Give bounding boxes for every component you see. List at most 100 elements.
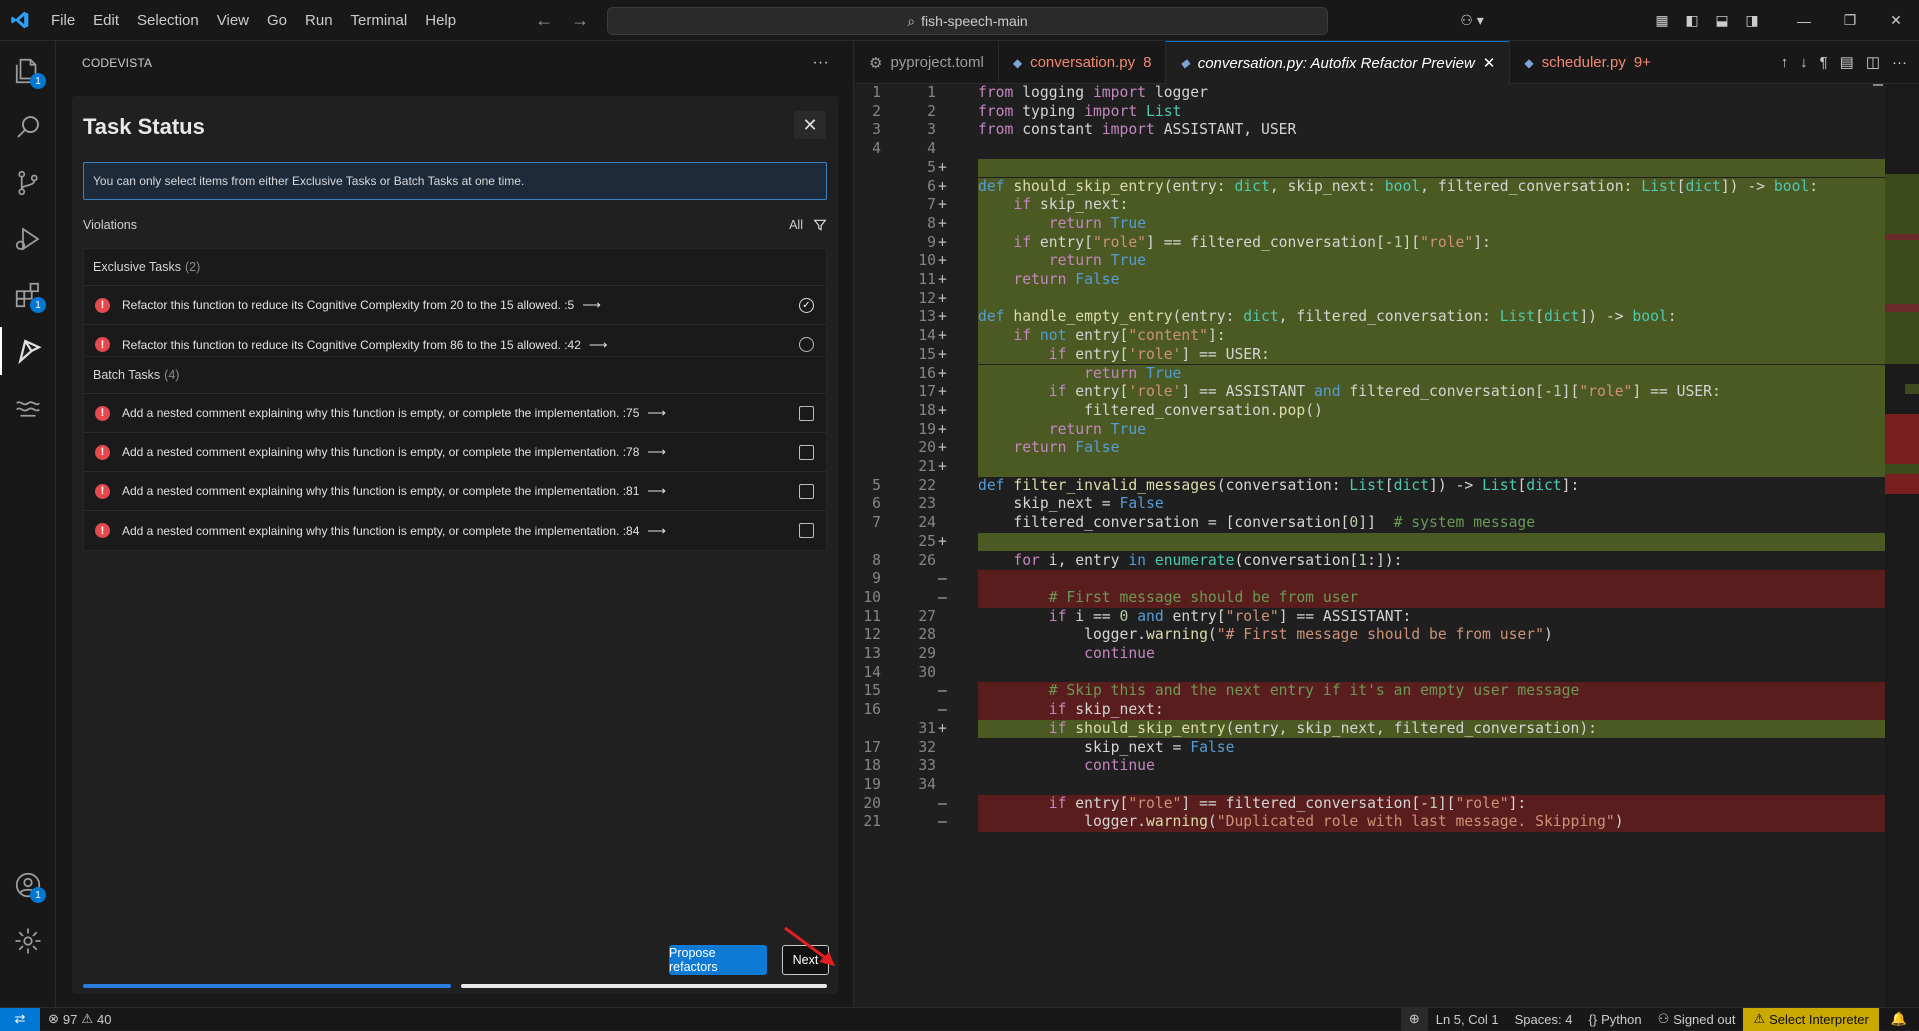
diff-marker: + (938, 532, 947, 550)
notifications-bell-icon[interactable]: 🔔 (1879, 1011, 1919, 1027)
filter-value[interactable]: All (789, 218, 803, 232)
menu-selection[interactable]: Selection (128, 0, 208, 41)
menu-go[interactable]: Go (258, 0, 296, 41)
filter-icon[interactable] (813, 218, 827, 232)
menu-run[interactable]: Run (296, 0, 342, 41)
menu-edit[interactable]: Edit (84, 0, 128, 41)
code-text: from logging import logger (978, 84, 1208, 101)
radio-unselected[interactable] (799, 337, 814, 352)
restore-window-icon[interactable]: ❐ (1827, 12, 1873, 29)
go-to-arrow-icon[interactable]: ⟶ (582, 297, 601, 313)
language-mode[interactable]: {} Python (1580, 1012, 1649, 1027)
search-view-icon[interactable] (0, 103, 56, 151)
task-checkbox[interactable] (799, 484, 814, 499)
source-control-icon[interactable] (0, 159, 56, 207)
error-icon: ! (95, 523, 110, 538)
cursor-position[interactable]: Ln 5, Col 1 (1428, 1012, 1507, 1027)
tab-scheduler[interactable]: ◆ scheduler.py 9+ (1510, 41, 1665, 84)
modified-line-number: 31 (918, 719, 936, 737)
modified-line-number: 14 (918, 327, 936, 345)
diff-marker: + (938, 196, 947, 214)
original-line-number: 17 (863, 738, 881, 756)
settings-gear-icon[interactable] (0, 917, 56, 965)
toggle-sidebar-icon[interactable]: ◧ (1677, 12, 1707, 29)
minimap[interactable] (1885, 84, 1919, 1007)
modified-line-number: 24 (918, 514, 936, 532)
more-actions-icon[interactable]: ··· (812, 54, 829, 72)
batch-task-item[interactable]: ! Add a nested comment explaining why th… (84, 511, 826, 550)
extensions-icon[interactable]: 1 (0, 271, 56, 319)
go-to-arrow-icon[interactable]: ⟶ (589, 337, 608, 353)
close-icon[interactable]: ✕ (794, 111, 826, 139)
select-interpreter-button[interactable]: ⚠ Select Interpreter (1743, 1007, 1879, 1031)
code-text: if skip_next: (1048, 701, 1164, 719)
task-checkbox[interactable] (799, 523, 814, 538)
batch-task-item[interactable]: ! Add a nested comment explaining why th… (84, 472, 826, 511)
go-to-arrow-icon[interactable]: ⟶ (647, 483, 666, 499)
previous-change-icon[interactable]: ↑ (1781, 54, 1789, 71)
code-line: 5 22 def filter_invalid_messages(conversat… (855, 477, 1885, 496)
toggle-secondary-sidebar-icon[interactable]: ◨ (1737, 12, 1767, 29)
run-debug-icon[interactable] (0, 215, 56, 263)
toggle-panel-icon[interactable]: ⬓ (1707, 12, 1737, 29)
error-icon: ! (95, 483, 110, 499)
task-text: Refactor this function to reduce its Cog… (122, 337, 581, 352)
propose-refactors-button[interactable]: Propose refactors (669, 945, 767, 975)
back-arrow-icon[interactable]: ← (535, 10, 553, 31)
diff-marker: + (938, 289, 947, 307)
code-line: 19 34 (855, 776, 1885, 795)
menu-terminal[interactable]: Terminal (342, 0, 417, 41)
whitespace-toggle-icon[interactable]: ¶ (1820, 54, 1828, 71)
batch-task-item[interactable]: ! Add a nested comment explaining why th… (84, 394, 826, 433)
close-window-icon[interactable]: ✕ (1873, 12, 1919, 29)
task-checkbox[interactable] (799, 406, 814, 421)
settings-file-icon: ⚙ (869, 54, 883, 72)
radio-selected[interactable]: ✓ (799, 298, 814, 313)
minimize-window-icon[interactable]: — (1781, 13, 1827, 29)
code-line: 6 23 skip_next = False (855, 495, 1885, 514)
go-to-arrow-icon[interactable]: ⟶ (647, 523, 666, 539)
accounts-icon[interactable]: 1 (0, 861, 56, 909)
task-checkbox[interactable] (799, 445, 814, 460)
batch-task-item[interactable]: ! Add a nested comment explaining why th… (84, 433, 826, 472)
tab-refactor-preview[interactable]: ◆ conversation.py: Autofix Refactor Prev… (1166, 41, 1511, 84)
original-line-number: 9 (872, 570, 881, 588)
remote-indicator-icon[interactable]: ⇄ (0, 1007, 40, 1031)
tab-conversation[interactable]: ◆ conversation.py 8 (999, 41, 1167, 84)
tab-pyproject[interactable]: ⚙ pyproject.toml (855, 41, 999, 84)
diff-editor[interactable]: 1 1 from logging import logger 2 2 from typin… (855, 84, 1919, 1007)
menu-help[interactable]: Help (416, 0, 465, 41)
command-center-search[interactable]: ⌕ fish-speech-main (607, 7, 1328, 35)
problems-indicator[interactable]: ⊗ 97 ⚠ 40 (40, 1011, 120, 1027)
modified-line-number: 2 (927, 102, 936, 120)
code-line: 12 + (855, 289, 1885, 309)
wave-tool-icon[interactable] (0, 383, 56, 431)
account-status[interactable]: ⚇ Signed out (1650, 1011, 1744, 1027)
exclusive-tasks-header: Exclusive Tasks (2) (84, 249, 826, 286)
code-line: 19 + return True (855, 420, 1885, 440)
split-editor-icon[interactable]: ◫ (1866, 53, 1880, 71)
open-changes-icon[interactable]: ▤ (1840, 53, 1854, 71)
zoom-icon[interactable]: ⊕ (1400, 1007, 1428, 1031)
more-actions-icon[interactable]: ··· (1892, 54, 1907, 71)
menu-view[interactable]: View (208, 0, 258, 41)
close-tab-icon[interactable]: ✕ (1483, 54, 1496, 72)
original-line-number: 11 (863, 607, 881, 625)
code-line: 31 + if should_skip_entry(entry, skip_nex… (855, 719, 1885, 739)
indentation[interactable]: Spaces: 4 (1507, 1012, 1581, 1027)
menu-file[interactable]: File (42, 0, 84, 41)
diff-marker: + (938, 214, 947, 232)
code-text: if skip_next: (1013, 196, 1129, 214)
customize-layout-icon[interactable]: ▦ (1647, 12, 1677, 29)
forward-arrow-icon[interactable]: → (571, 10, 589, 31)
codevista-icon[interactable] (0, 327, 56, 375)
go-to-arrow-icon[interactable]: ⟶ (647, 405, 666, 421)
explorer-icon[interactable]: 1 (0, 47, 56, 95)
exclusive-task-item[interactable]: ! Refactor this function to reduce its C… (84, 286, 826, 325)
copilot-icon[interactable]: ⚇ ▾ (1457, 12, 1487, 29)
warning-icon: ⚠ (1753, 1011, 1766, 1026)
go-to-arrow-icon[interactable]: ⟶ (647, 444, 666, 460)
code-text: return True (1048, 420, 1147, 438)
original-line-number: 19 (863, 775, 881, 793)
next-change-icon[interactable]: ↓ (1800, 54, 1808, 71)
